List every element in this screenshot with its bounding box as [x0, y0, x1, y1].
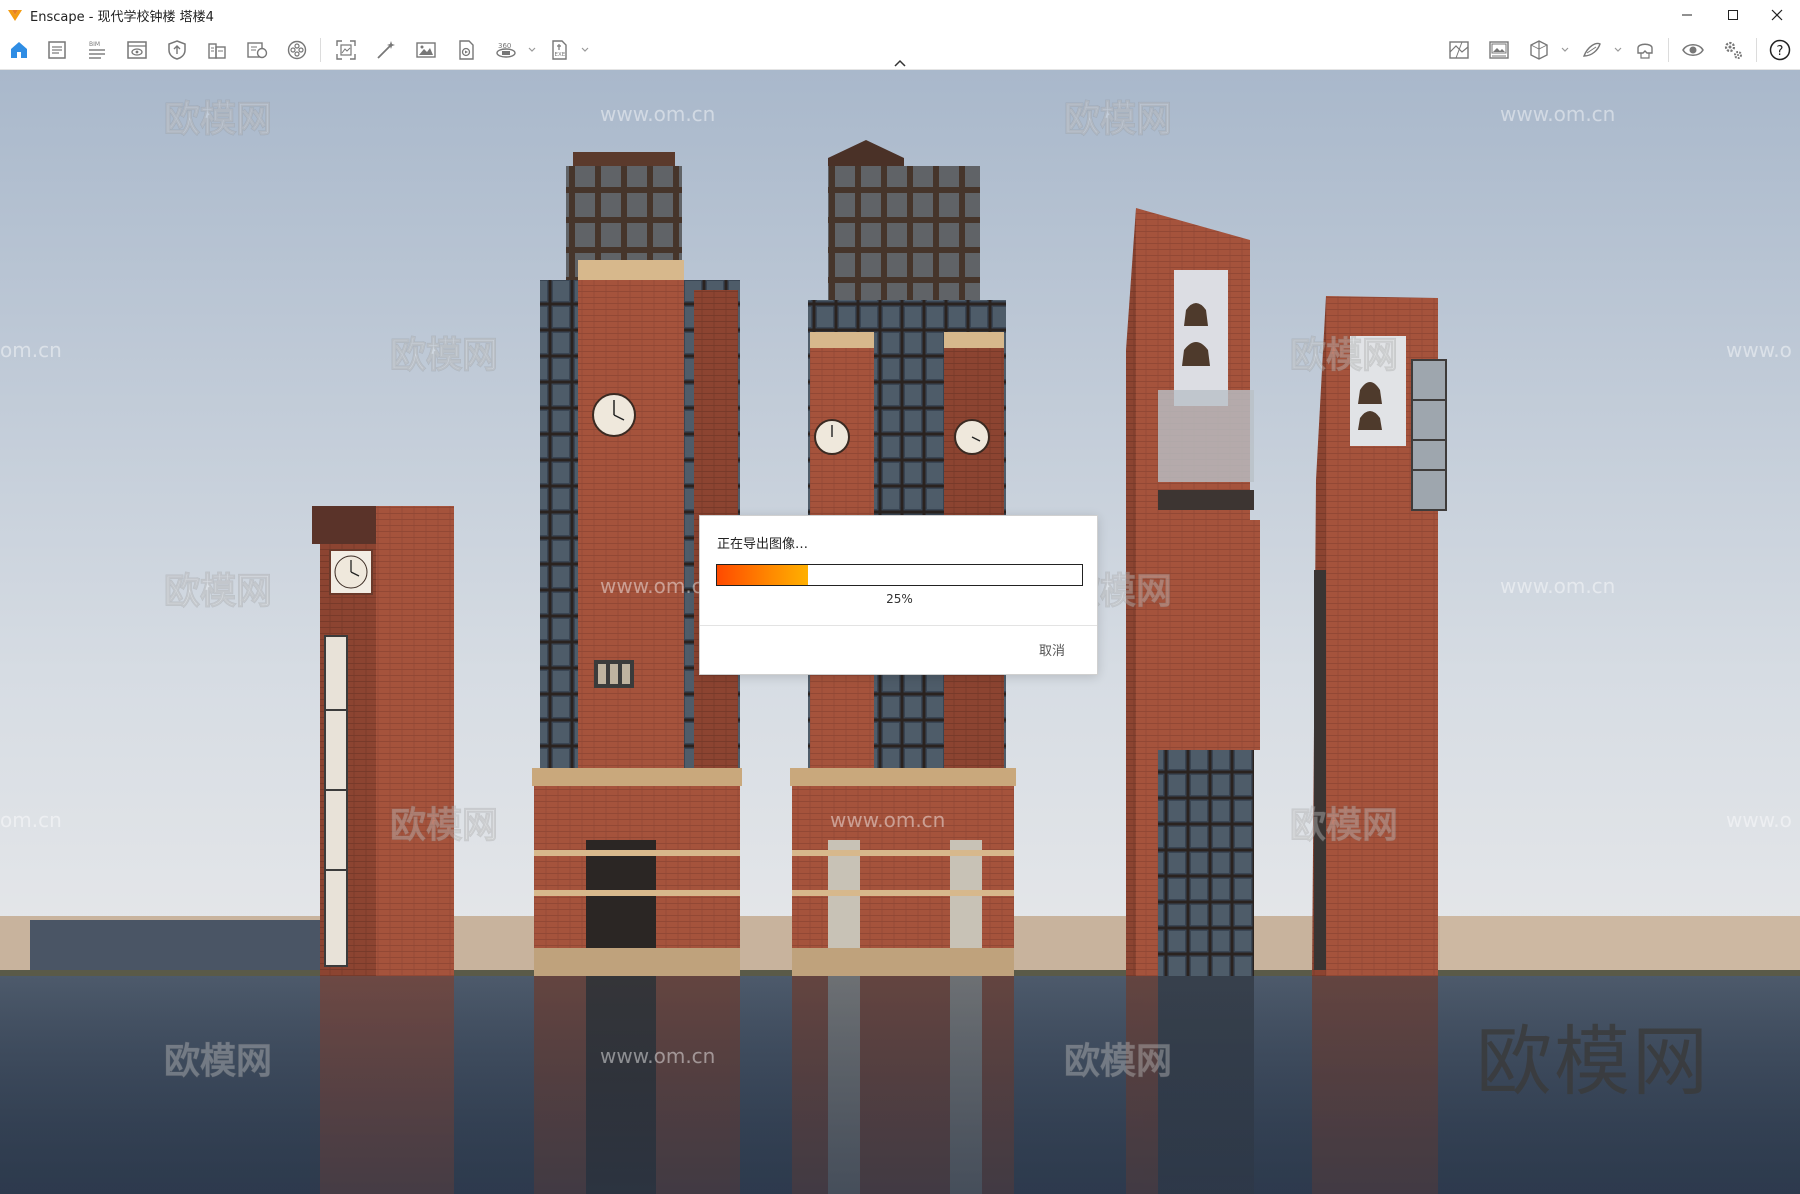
exe-export-icon: EXE [552, 40, 567, 60]
enscape-window: Enscape - 现代学校钟楼 塔楼4 BIM 360 EXE ? 欧模网 w… [0, 0, 1800, 1194]
notes-icon [48, 41, 66, 59]
watermark-url: www.om.cn [600, 1044, 716, 1068]
vr-headset-icon [1637, 43, 1653, 59]
settings-button[interactable] [1718, 35, 1748, 65]
toolbar-separator [1756, 38, 1757, 62]
watermark-text: 欧模网 [1289, 805, 1399, 847]
film-reel-icon [287, 40, 307, 60]
maximize-icon [1728, 10, 1738, 20]
watermark-url: www.om.cn [1500, 574, 1616, 598]
map-button[interactable] [1444, 35, 1474, 65]
dialog-title: 正在导出图像… [717, 537, 809, 552]
eye-window-icon [127, 41, 147, 59]
cube-view-button[interactable] [1524, 35, 1554, 65]
brand-watermark: 欧模网 [1476, 1017, 1710, 1106]
watermark-text: 欧模网 [163, 1041, 273, 1083]
cube-icon [1530, 40, 1548, 60]
render-image-button[interactable] [411, 35, 441, 65]
visual-settings-button[interactable] [1678, 35, 1708, 65]
toolbar-separator [1668, 38, 1669, 62]
home-icon [11, 42, 27, 58]
batch-render-button[interactable] [371, 35, 401, 65]
watermark-url: om.cn [0, 338, 62, 362]
export-progress-dialog: 正在导出图像… 25% 取消 [699, 515, 1098, 675]
watermark-url: www.om.cn [830, 808, 946, 832]
eye-icon [1682, 44, 1704, 56]
shield-upload-icon [168, 40, 186, 60]
watermark-text: 欧模网 [1063, 1041, 1173, 1083]
minimize-icon [1682, 14, 1692, 16]
progress-fill [717, 565, 809, 585]
chevron-up-icon [894, 59, 906, 67]
panorama-dropdown[interactable] [526, 44, 538, 56]
home-button[interactable] [4, 35, 34, 65]
standalone-dropdown[interactable] [579, 44, 591, 56]
watermark-url: www.om.cn [600, 102, 716, 126]
tower-1 [312, 506, 454, 976]
minimize-button[interactable] [1664, 0, 1710, 30]
export-video-button[interactable] [451, 35, 481, 65]
help-icon: ? [1769, 39, 1791, 61]
export-progress-bar [716, 564, 1083, 586]
magic-wand-icon [377, 41, 395, 59]
chevron-down-icon [528, 47, 536, 52]
standalone-export-button[interactable]: EXE [544, 35, 574, 65]
watermark-text: 欧模网 [163, 571, 273, 613]
frame-capture-icon [336, 40, 356, 60]
maximize-button[interactable] [1710, 0, 1756, 30]
chevron-down-icon [1614, 47, 1622, 52]
cube-view-dropdown[interactable] [1559, 44, 1571, 56]
tower-5 [1312, 296, 1447, 976]
asset-library-button[interactable] [202, 35, 232, 65]
image-icon [416, 42, 436, 58]
screenshot-button[interactable] [331, 35, 361, 65]
material-icon [247, 42, 268, 59]
toolbar-separator [320, 38, 321, 62]
watermark-url: om.cn [0, 808, 62, 832]
material-editor-button[interactable] [242, 35, 272, 65]
sketch-button[interactable] [1577, 35, 1607, 65]
map-icon [1449, 41, 1469, 59]
document-export-icon [459, 40, 474, 60]
dialog-divider [700, 625, 1097, 626]
close-button[interactable] [1754, 0, 1800, 30]
uploads-button[interactable] [162, 35, 192, 65]
help-button[interactable]: ? [1765, 35, 1795, 65]
close-icon [1771, 9, 1783, 21]
help-label: ? [1777, 44, 1784, 59]
watermark-text: 欧模网 [1063, 99, 1173, 141]
bim-button[interactable]: BIM [82, 35, 112, 65]
panorama-360-icon: 360 [496, 42, 516, 58]
title-bar: Enscape - 现代学校钟楼 塔楼4 [0, 0, 1800, 30]
gallery-icon [1489, 41, 1509, 59]
window-title: Enscape - 现代学校钟楼 塔楼4 [30, 9, 214, 25]
building-icon [208, 43, 226, 59]
panorama-button[interactable]: 360 [491, 35, 521, 65]
watermark-url: www.o [1726, 808, 1792, 832]
watermark-text: 欧模网 [163, 99, 273, 141]
video-editor-button[interactable] [282, 35, 312, 65]
cancel-button[interactable]: 取消 [1039, 640, 1065, 659]
gear-icon [1724, 41, 1742, 59]
collapse-toolbar-button[interactable] [890, 56, 910, 70]
gallery-button[interactable] [1484, 35, 1514, 65]
watermark-url: www.o [1726, 338, 1792, 362]
vr-button[interactable] [1630, 35, 1660, 65]
notes-button[interactable] [42, 35, 72, 65]
watermark-text: 欧模网 [389, 335, 499, 377]
chevron-down-icon [581, 47, 589, 52]
bim-label: BIM [89, 41, 100, 48]
watermark-text: 欧模网 [389, 805, 499, 847]
exe-label: EXE [555, 52, 566, 58]
enscape-logo-icon [8, 10, 22, 21]
sketch-dropdown[interactable] [1612, 44, 1624, 56]
watermark-url: www.om.cn [1500, 102, 1616, 126]
progress-percent: 25% [886, 592, 913, 606]
views-button[interactable] [122, 35, 152, 65]
sketch-icon [1582, 42, 1601, 57]
watermark-text: 欧模网 [1289, 335, 1399, 377]
chevron-down-icon [1561, 47, 1569, 52]
bim-icon: BIM [89, 41, 105, 59]
